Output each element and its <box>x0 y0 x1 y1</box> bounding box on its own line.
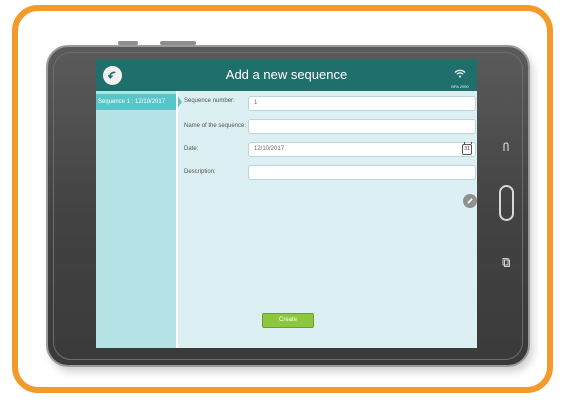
sequence-number-label: Sequence number: <box>184 98 235 104</box>
sequence-sidebar: Sequence 1 : 12/10/2017 <box>96 91 182 348</box>
edit-button[interactable] <box>463 194 477 208</box>
wifi-icon <box>454 69 466 78</box>
page-title: Add a new sequence <box>225 67 348 82</box>
sequence-number-field[interactable]: 1 <box>248 96 476 111</box>
sidebar-item-sequence-1[interactable]: Sequence 1 : 12/10/2017 <box>96 94 176 110</box>
description-field[interactable] <box>248 165 476 180</box>
date-value: 12/10/2017 <box>254 146 285 152</box>
date-field[interactable]: 12/10/2017 31 <box>248 142 476 157</box>
pencil-icon <box>467 198 473 204</box>
divider <box>176 91 178 348</box>
sidebar-item-label: Sequence 1 : 12/10/2017 <box>98 99 166 105</box>
description-label: Description: <box>184 169 216 175</box>
create-button[interactable]: Create <box>262 313 314 328</box>
home-button[interactable] <box>499 185 514 221</box>
date-label: Date: <box>184 146 199 152</box>
wifi-label: BPA 2990 <box>451 84 469 89</box>
tablet-screen: Add a new sequence BPA 2990 Sequence 1 :… <box>96 60 477 348</box>
sequence-name-label: Name of the sequence: <box>184 123 247 129</box>
top-bar: Add a new sequence BPA 2990 <box>96 60 477 91</box>
recent-apps-icon[interactable] <box>500 256 512 268</box>
calendar-icon[interactable]: 31 <box>462 142 472 155</box>
back-nav-icon[interactable] <box>500 142 512 154</box>
sequence-name-field[interactable] <box>248 119 476 134</box>
wifi-status: BPA 2990 <box>449 65 471 89</box>
